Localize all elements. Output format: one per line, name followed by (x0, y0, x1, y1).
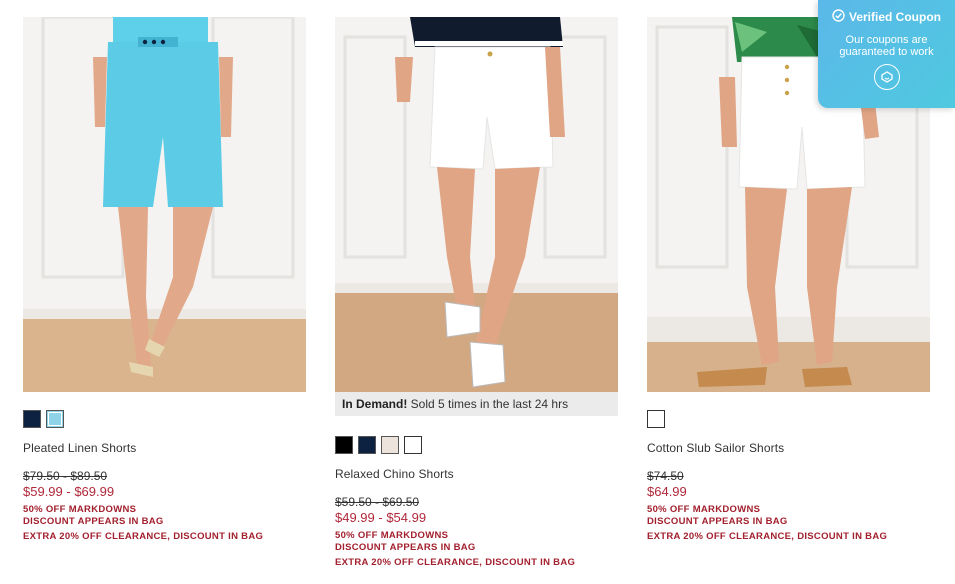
in-demand-badge: In Demand! Sold 5 times in the last 24 h… (335, 392, 618, 416)
promo-discount-bag: DISCOUNT APPEARS IN BAG (335, 542, 476, 553)
color-swatches (335, 436, 619, 454)
coupon-line-2: guaranteed to work (839, 46, 934, 58)
product-image[interactable] (335, 17, 618, 392)
promo-markdowns: 50% OFF MARKDOWNS (335, 530, 449, 541)
product-image[interactable] (23, 17, 306, 392)
coupon-logo-icon[interactable] (873, 64, 900, 90)
swatch-white[interactable] (404, 436, 422, 454)
badge-text: Sold 5 times in the last 24 hrs (407, 397, 569, 411)
swatch-light-blue[interactable] (46, 410, 64, 428)
promo-markdowns: 50% OFF MARKDOWNS (23, 504, 137, 515)
color-swatches (23, 410, 307, 428)
coupon-line-1: Our coupons are (845, 34, 928, 46)
swatch-navy[interactable] (23, 410, 41, 428)
coupon-title: Verified Coupon (848, 10, 941, 24)
check-circle-icon (832, 9, 845, 25)
original-price: $74.50 (647, 469, 684, 483)
sale-price: $49.99 - $54.99 (335, 510, 427, 525)
product-card-pleated-linen-shorts[interactable]: Pleated Linen Shorts $79.50 - $89.50 $59… (23, 17, 307, 543)
verified-coupon-widget[interactable]: Verified Coupon Our coupons are guarante… (818, 0, 955, 108)
original-price: $59.50 - $69.50 (335, 495, 420, 509)
sale-price: $64.99 (647, 484, 687, 499)
promo-clearance: EXTRA 20% OFF CLEARANCE, DISCOUNT IN BAG (647, 531, 888, 542)
promo-clearance: EXTRA 20% OFF CLEARANCE, DISCOUNT IN BAG (23, 531, 264, 542)
product-card-relaxed-chino-shorts[interactable]: In Demand! Sold 5 times in the last 24 h… (335, 17, 619, 569)
original-price: $79.50 - $89.50 (23, 469, 108, 483)
promo-discount-bag: DISCOUNT APPEARS IN BAG (647, 516, 788, 527)
promo-discount-bag: DISCOUNT APPEARS IN BAG (23, 516, 164, 527)
sale-price: $59.99 - $69.99 (23, 484, 115, 499)
promo-markdowns: 50% OFF MARKDOWNS (647, 504, 761, 515)
product-name[interactable]: Cotton Slub Sailor Shorts (647, 441, 931, 455)
promo-clearance: EXTRA 20% OFF CLEARANCE, DISCOUNT IN BAG (335, 557, 576, 568)
swatch-black[interactable] (335, 436, 353, 454)
badge-bold: In Demand! (342, 397, 408, 411)
product-name[interactable]: Relaxed Chino Shorts (335, 467, 619, 481)
swatch-ivory[interactable] (381, 436, 399, 454)
swatch-white[interactable] (647, 410, 665, 428)
color-swatches (647, 410, 931, 428)
product-name[interactable]: Pleated Linen Shorts (23, 441, 307, 455)
swatch-navy[interactable] (358, 436, 376, 454)
